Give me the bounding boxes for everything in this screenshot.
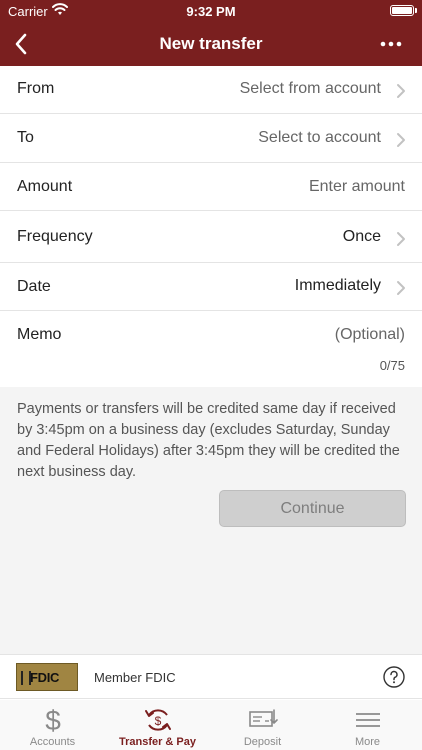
from-label: From (17, 80, 55, 97)
to-label: To (17, 129, 34, 146)
tab-label: Transfer & Pay (118, 736, 197, 748)
app-header: Carrier 9:32 PM New transfer (0, 0, 422, 66)
transfer-disclaimer: Payments or transfers will be credited s… (17, 401, 400, 480)
svg-text:$: $ (155, 714, 162, 728)
battery-icon (390, 5, 414, 16)
clock: 9:32 PM (186, 4, 236, 19)
memo-input[interactable]: (Optional) (335, 326, 405, 344)
help-icon[interactable] (383, 666, 405, 688)
menu-icon (356, 713, 380, 727)
frequency-label: Frequency (17, 228, 93, 245)
date-label: Date (17, 278, 51, 295)
tab-bar: $ Accounts $ Transfer & Pay Deposit More (0, 700, 422, 750)
to-account-value[interactable]: Select to account (258, 129, 381, 147)
tab-accounts[interactable]: $ Accounts (0, 700, 105, 750)
chevron-right-icon (397, 232, 405, 246)
fdic-bar: FDIC Member FDIC (0, 656, 422, 699)
frequency-value[interactable]: Once (343, 228, 381, 246)
tab-transfer-pay[interactable]: $ Transfer & Pay (105, 700, 210, 750)
from-account-value[interactable]: Select from account (240, 80, 381, 98)
fdic-logo-text: FDIC (30, 670, 60, 685)
status-bar: Carrier 9:32 PM (0, 0, 422, 22)
tab-label: Accounts (29, 736, 76, 748)
tab-deposit[interactable]: Deposit (210, 700, 315, 750)
tab-more[interactable]: More (315, 700, 420, 750)
amount-row[interactable]: Amount Enter amount (0, 163, 422, 211)
tab-label: More (354, 736, 381, 748)
check-deposit-icon (249, 709, 278, 727)
fdic-logo: FDIC (16, 663, 78, 691)
memo-label: Memo (17, 326, 62, 343)
chevron-right-icon (397, 281, 405, 295)
navigation-bar: New transfer (0, 22, 422, 66)
page-title: New transfer (159, 34, 263, 53)
from-account-row[interactable]: From Select from account (0, 66, 422, 114)
amount-label: Amount (17, 178, 73, 195)
amount-input[interactable]: Enter amount (309, 178, 405, 196)
frequency-row[interactable]: Frequency Once (0, 211, 422, 263)
svg-text:$: $ (45, 706, 61, 734)
to-account-row[interactable]: To Select to account (0, 114, 422, 163)
date-value[interactable]: Immediately (295, 277, 381, 295)
memo-row[interactable]: Memo (Optional) (0, 311, 422, 387)
transfer-icon: $ (145, 709, 171, 731)
date-row[interactable]: Date Immediately (0, 263, 422, 311)
ellipsis-icon[interactable] (380, 40, 402, 48)
member-fdic-label: Member FDIC (94, 670, 176, 685)
continue-button[interactable]: Continue (219, 490, 406, 527)
dollar-icon: $ (45, 706, 61, 734)
chevron-right-icon (397, 84, 405, 98)
memo-character-counter: 0/75 (379, 358, 405, 373)
tab-label: Deposit (243, 736, 282, 748)
chevron-right-icon (397, 133, 405, 147)
battery-tip (415, 8, 417, 13)
